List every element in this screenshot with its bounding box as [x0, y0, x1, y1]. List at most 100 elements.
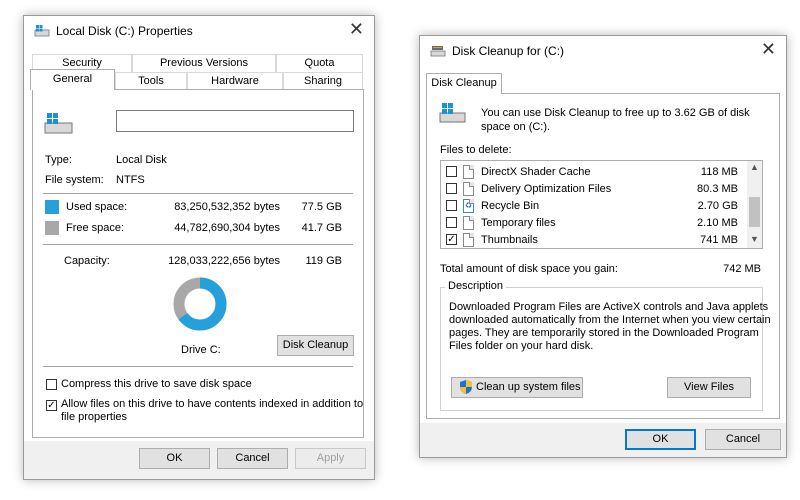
type-value: Local Disk [116, 154, 167, 166]
tab-disk-cleanup[interactable]: Disk Cleanup [426, 73, 502, 94]
clean-up-system-files-button[interactable]: Clean up system files [451, 377, 583, 398]
properties-window: Local Disk (C:) Properties ✕ Security Pr… [23, 15, 375, 480]
cleanup-button-bar: OK Cancel [420, 423, 786, 457]
ok-button[interactable]: OK [139, 448, 210, 469]
disk-cleanup-button[interactable]: Disk Cleanup [277, 335, 354, 356]
cancel-button[interactable]: Cancel [705, 429, 781, 450]
file-checkbox[interactable] [446, 200, 457, 211]
file-name: DirectX Shader Cache [481, 166, 591, 178]
file-size: 2.70 GB [697, 200, 738, 212]
total-gain-label: Total amount of disk space you gain: [440, 263, 618, 275]
file-icon [463, 165, 474, 179]
file-row[interactable]: DirectX Shader Cache 118 MB [441, 164, 746, 180]
file-checkbox[interactable]: ✓ [446, 234, 457, 245]
file-checkbox[interactable] [446, 183, 457, 194]
free-space-label: Free space: [66, 222, 125, 234]
cancel-button[interactable]: Cancel [217, 448, 288, 469]
divider [43, 193, 353, 194]
file-system-label: File system: [45, 174, 104, 186]
file-size: 80.3 MB [697, 183, 738, 195]
tab-quota[interactable]: Quota [276, 54, 363, 72]
tab-general[interactable]: General [30, 69, 115, 90]
capacity-gb: 119 GB [305, 255, 343, 267]
files-to-delete-label: Files to delete: [440, 144, 512, 156]
index-label-line2: file properties [61, 411, 128, 423]
tab-sharing[interactable]: Sharing [283, 72, 363, 90]
scroll-thumb[interactable] [749, 197, 760, 227]
cleanup-titlebar: Disk Cleanup for (C:) ✕ [420, 36, 786, 66]
used-space-bytes: 83,250,532,352 bytes [174, 201, 280, 213]
divider [43, 366, 353, 367]
drive-label: Drive C: [181, 344, 221, 356]
compress-checkbox[interactable] [46, 379, 57, 390]
description-line: downloaded automatically from the Intern… [449, 314, 771, 326]
total-gain-value: 742 MB [723, 263, 761, 275]
file-size: 118 MB [700, 166, 738, 178]
drive-icon-large [44, 113, 73, 134]
properties-button-bar: OK Cancel Apply [24, 441, 374, 479]
description-text: Downloaded Program Files are ActiveX con… [449, 301, 771, 353]
free-space-swatch [45, 221, 59, 235]
clean-up-system-files-label: Clean up system files [476, 381, 581, 393]
close-icon[interactable]: ✕ [349, 19, 364, 40]
file-size: 2.10 MB [697, 217, 738, 229]
shield-icon [460, 380, 472, 394]
disk-cleanup-pane: You can use Disk Cleanup to free up to 3… [426, 93, 780, 419]
recycle-bin-icon: ♻ [463, 199, 474, 213]
capacity-bytes: 128,033,222,656 bytes [168, 255, 280, 267]
file-icon [463, 216, 474, 230]
file-name: Temporary files [481, 217, 556, 229]
scroll-down-icon[interactable]: ▼ [750, 234, 759, 244]
file-checkbox[interactable] [446, 217, 457, 228]
intro-text-line2: space on (C:). [481, 121, 551, 133]
properties-titlebar: Local Disk (C:) Properties ✕ [24, 16, 374, 46]
drive-name-input[interactable] [116, 110, 354, 132]
apply-button[interactable]: Apply [295, 448, 366, 469]
file-name: Recycle Bin [481, 200, 540, 212]
used-space-swatch [45, 200, 59, 214]
cleanup-icon [430, 46, 446, 57]
free-space-bytes: 44,782,690,304 bytes [174, 222, 280, 234]
description-line: pages. They are temporarily stored in th… [449, 327, 759, 339]
disk-cleanup-window: Disk Cleanup for (C:) ✕ Disk Cleanup You… [419, 35, 787, 458]
scrollbar[interactable]: ▲ ▼ [747, 161, 762, 248]
file-checkbox[interactable] [446, 166, 457, 177]
file-row[interactable]: ✓ Thumbnails 741 MB [441, 232, 746, 248]
drive-icon-large [439, 103, 466, 123]
file-row[interactable]: Delivery Optimization Files 80.3 MB [441, 181, 746, 197]
window-title: Disk Cleanup for (C:) [452, 44, 565, 58]
index-label-line1: Allow files on this drive to have conten… [61, 398, 364, 410]
divider [43, 244, 353, 245]
file-row[interactable]: Temporary files 2.10 MB [441, 215, 746, 231]
description-line: Downloaded Program Files are ActiveX con… [449, 301, 769, 313]
file-icon [463, 233, 474, 247]
tab-previous-versions[interactable]: Previous Versions [132, 54, 276, 72]
tab-tools[interactable]: Tools [115, 72, 187, 90]
type-label: Type: [45, 154, 72, 166]
disk-usage-donut [173, 277, 227, 331]
tab-hardware[interactable]: Hardware [187, 72, 283, 90]
files-list[interactable]: DirectX Shader Cache 118 MB Delivery Optim… [440, 160, 763, 249]
compress-label: Compress this drive to save disk space [61, 378, 252, 390]
view-files-button[interactable]: View Files [667, 377, 751, 398]
general-tab-pane: Type: Local Disk File system: NTFS Used … [32, 89, 364, 438]
index-checkbox[interactable]: ✓ [46, 400, 57, 411]
file-row[interactable]: ♻ Recycle Bin 2.70 GB [441, 198, 746, 214]
window-title: Local Disk (C:) Properties [56, 24, 193, 38]
ok-button[interactable]: OK [625, 429, 696, 450]
file-name: Delivery Optimization Files [481, 183, 612, 195]
description-line: Files folder on your hard disk. [449, 340, 594, 352]
used-space-label: Used space: [66, 201, 128, 213]
intro-text-line1: You can use Disk Cleanup to free up to 3… [481, 107, 750, 119]
file-system-value: NTFS [116, 174, 145, 186]
file-name: Thumbnails [481, 234, 538, 246]
capacity-label: Capacity: [64, 255, 110, 267]
description-title: Description [445, 280, 507, 292]
close-icon[interactable]: ✕ [761, 39, 776, 60]
free-space-gb: 41.7 GB [301, 222, 342, 234]
file-size: 741 MB [700, 234, 738, 246]
used-space-gb: 77.5 GB [301, 201, 342, 213]
scroll-up-icon[interactable]: ▲ [750, 162, 759, 172]
drive-icon [34, 25, 50, 37]
file-icon [463, 182, 474, 196]
